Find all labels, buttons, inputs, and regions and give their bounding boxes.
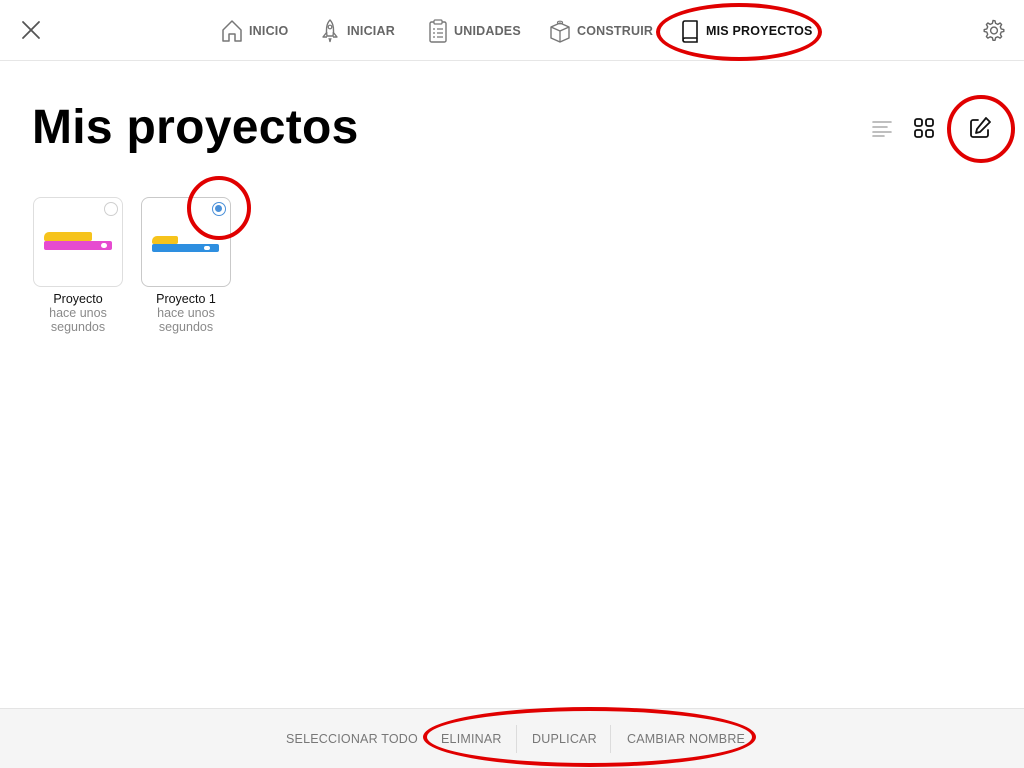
tab-mis-proyectos-label: MIS PROYECTOS xyxy=(706,24,813,38)
gear-icon xyxy=(983,19,1005,41)
code-block xyxy=(152,236,178,244)
code-block-input xyxy=(204,246,210,250)
book-icon xyxy=(682,20,698,43)
tab-construir[interactable]: CONSTRUIR xyxy=(549,16,653,46)
tab-mis-proyectos[interactable]: MIS PROYECTOS xyxy=(680,16,813,46)
tab-iniciar-label: INICIAR xyxy=(347,24,395,38)
grid-view-button[interactable] xyxy=(910,114,938,142)
duplicate-button[interactable]: DUPLICAR xyxy=(532,709,597,768)
top-navigation-bar: INICIO INICIAR UNIDADES CONSTRUIR MIS PR… xyxy=(0,0,1024,61)
tab-inicio-label: INICIO xyxy=(249,24,289,38)
tab-unidades-label: UNIDADES xyxy=(454,24,521,38)
main-nav: INICIO INICIAR UNIDADES CONSTRUIR MIS PR… xyxy=(0,0,1024,61)
tab-inicio[interactable]: INICIO xyxy=(221,16,288,46)
home-icon xyxy=(222,20,242,42)
project-time: hace unos segundos xyxy=(157,306,215,334)
project-name: Proyecto 1 xyxy=(156,292,216,306)
code-block xyxy=(44,232,92,241)
projects-screen: INICIO INICIAR UNIDADES CONSTRUIR MIS PR… xyxy=(0,0,1024,768)
project-thumbnail[interactable] xyxy=(33,197,123,287)
tab-construir-label: CONSTRUIR xyxy=(577,24,654,38)
grid-view-icon xyxy=(914,118,934,138)
bottom-action-bar: SELECCIONAR TODO ELIMINAR DUPLICAR CAMBI… xyxy=(0,708,1024,768)
code-block-input xyxy=(101,243,107,248)
rocket-icon xyxy=(322,19,338,43)
delete-button[interactable]: ELIMINAR xyxy=(441,709,502,768)
tab-unidades[interactable]: UNIDADES xyxy=(428,16,521,46)
divider xyxy=(610,725,611,753)
project-card: Proyecto hace unos segundos xyxy=(33,197,123,334)
settings-button[interactable] xyxy=(978,15,1008,45)
edit-icon xyxy=(970,117,991,138)
list-view-button[interactable] xyxy=(868,114,896,142)
project-time: hace unos segundos xyxy=(49,306,107,334)
project-card: Proyecto 1 hace unos segundos xyxy=(141,197,231,334)
select-radio[interactable] xyxy=(104,202,118,216)
list-view-icon xyxy=(872,121,892,137)
project-thumbnail[interactable] xyxy=(141,197,231,287)
tab-iniciar[interactable]: INICIAR xyxy=(319,16,395,46)
select-all-button[interactable]: SELECCIONAR TODO xyxy=(286,709,418,768)
edit-button[interactable] xyxy=(966,114,994,142)
project-name: Proyecto xyxy=(53,292,103,306)
select-radio[interactable] xyxy=(212,202,226,216)
clipboard-list-icon xyxy=(429,19,447,43)
divider xyxy=(516,725,517,753)
brick-icon xyxy=(550,20,570,43)
page-title: Mis proyectos xyxy=(32,101,359,154)
rename-button[interactable]: CAMBIAR NOMBRE xyxy=(627,709,745,768)
